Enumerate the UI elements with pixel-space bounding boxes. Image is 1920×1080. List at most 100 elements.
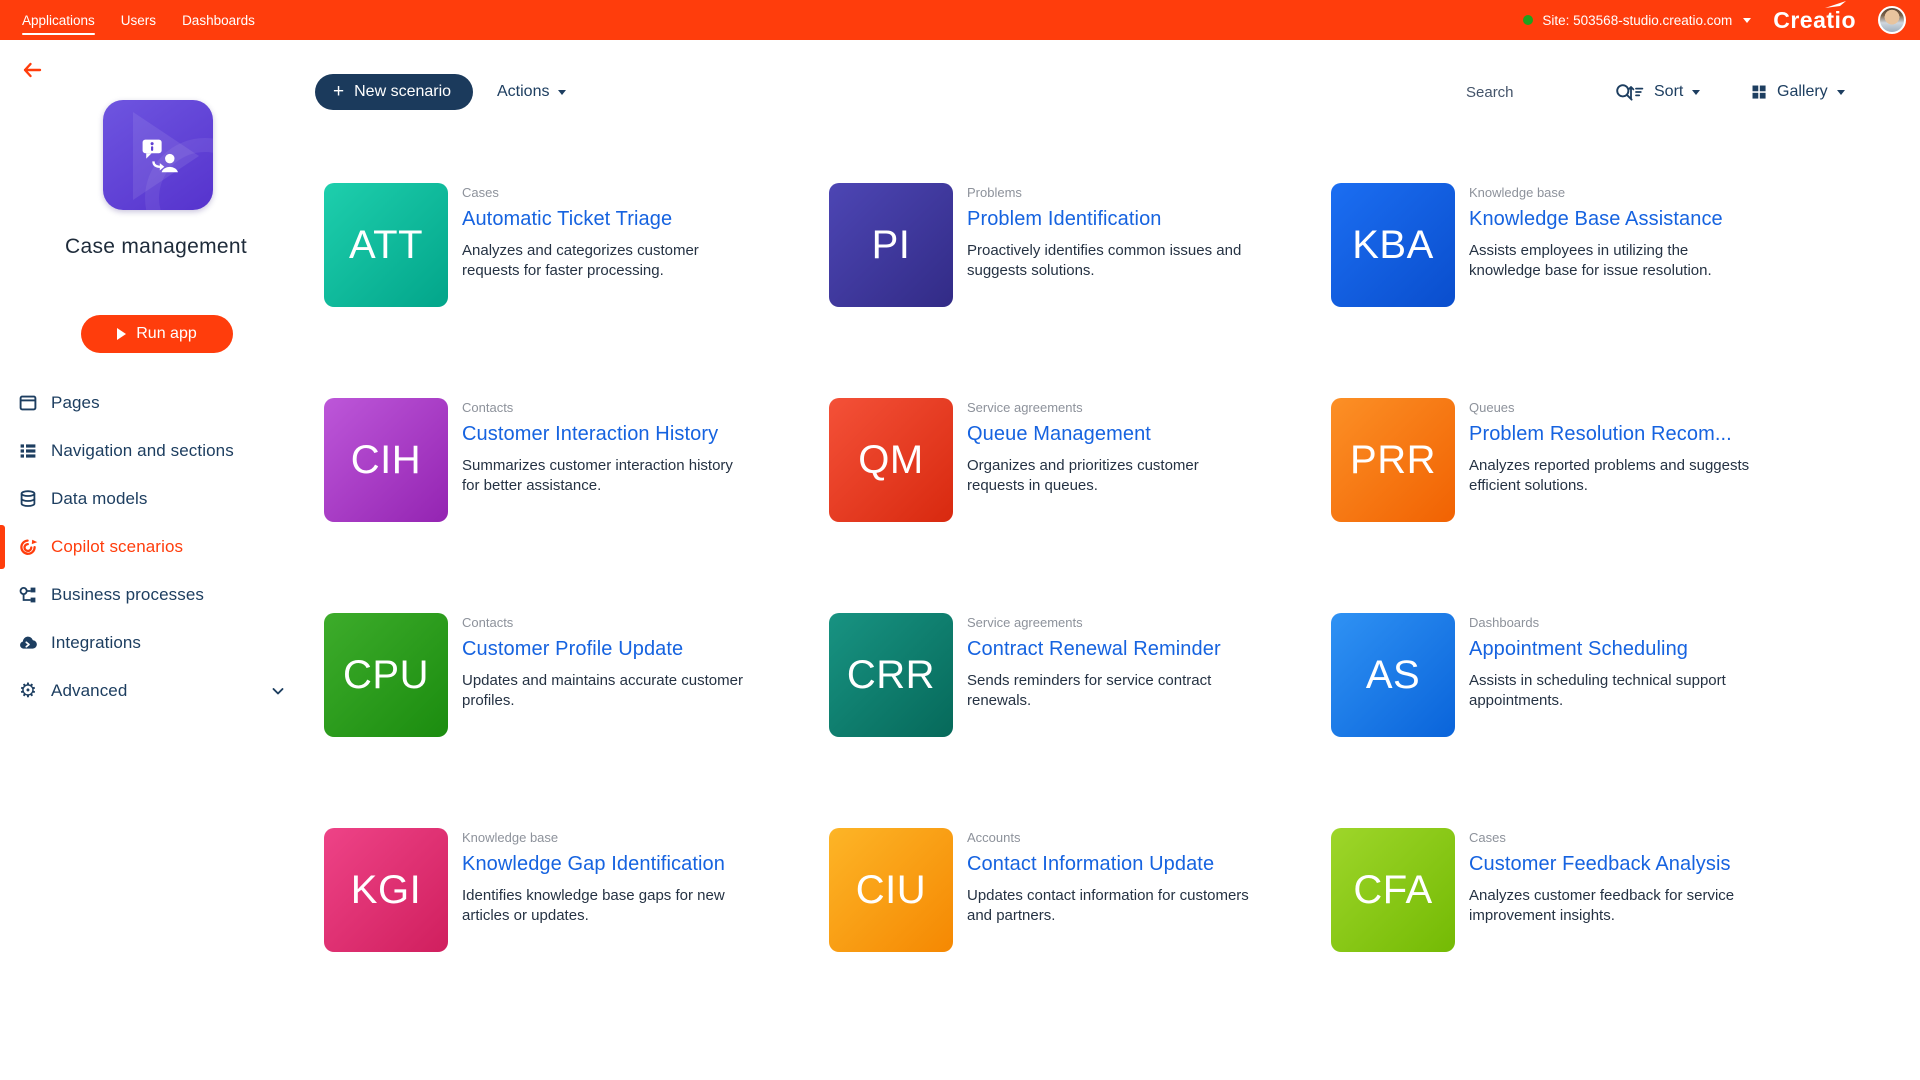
sidebar-item-label: Copilot scenarios: [51, 537, 183, 557]
scenario-tile[interactable]: KGI: [324, 828, 448, 952]
scenario-title-link[interactable]: Customer Feedback Analysis: [1469, 852, 1824, 877]
arrow-left-icon: [20, 58, 44, 82]
scenario-card-problem-identification[interactable]: PI Problems Problem Identification Proac…: [829, 183, 1331, 307]
scenario-tile[interactable]: CPU: [324, 613, 448, 737]
copilot-icon: [18, 537, 38, 557]
avatar[interactable]: [1878, 6, 1906, 34]
scenario-category: Knowledge base: [1469, 185, 1824, 201]
sidebar-item-copilot-scenarios[interactable]: Copilot scenarios: [0, 523, 312, 571]
sidebar-item-data-models[interactable]: Data models: [0, 475, 312, 523]
chevron-down-icon: [1743, 18, 1751, 23]
nav-item-dashboards[interactable]: Dashboards: [182, 0, 255, 40]
creatio-logo: Creatio: [1773, 7, 1856, 34]
site-status-dot: [1523, 15, 1533, 25]
scenario-category: Service agreements: [967, 400, 1322, 416]
scenario-tile[interactable]: CIU: [829, 828, 953, 952]
search-area: [1466, 74, 1634, 110]
scenario-card-appointment-scheduling[interactable]: AS Dashboards Appointment Scheduling Ass…: [1331, 613, 1836, 737]
scenario-toolbar: + New scenario Actions Sort Gallery: [312, 60, 1920, 126]
scenario-title-link[interactable]: Knowledge Base Assistance: [1469, 207, 1824, 232]
sort-dropdown[interactable]: Sort: [1625, 74, 1700, 110]
scenario-description: Organizes and prioritizes customer reque…: [967, 456, 1259, 496]
top-bar: Applications Users Dashboards Site: 5035…: [0, 0, 1920, 40]
scenario-card-customer-profile-update[interactable]: CPU Contacts Customer Profile Update Upd…: [324, 613, 829, 737]
scenario-description: Identifies knowledge base gaps for new a…: [462, 886, 754, 926]
case-management-glyph-icon: [129, 126, 187, 184]
gallery-view-dropdown[interactable]: Gallery: [1750, 74, 1845, 110]
scenario-grid: ATT Cases Automatic Ticket Triage Analyz…: [324, 183, 1836, 952]
scenario-title-link[interactable]: Customer Interaction History: [462, 422, 817, 447]
scenario-card-customer-feedback-analysis[interactable]: CFA Cases Customer Feedback Analysis Ana…: [1331, 828, 1836, 952]
sidebar-item-navigation-and-sections[interactable]: Navigation and sections: [0, 427, 312, 475]
sidebar-item-label: Business processes: [51, 585, 204, 605]
scenario-tile[interactable]: AS: [1331, 613, 1455, 737]
scenario-category: Knowledge base: [462, 830, 817, 846]
actions-dropdown[interactable]: Actions: [497, 74, 566, 110]
sidebar-item-business-processes[interactable]: Business processes: [0, 571, 312, 619]
sidebar-item-label: Navigation and sections: [51, 441, 234, 461]
scenario-category: Accounts: [967, 830, 1322, 846]
sidebar: Case management Run app Pages Navigation…: [0, 40, 312, 1080]
plus-icon: +: [333, 82, 344, 101]
back-button[interactable]: [18, 56, 46, 84]
scenario-card-customer-interaction-history[interactable]: CIH Contacts Customer Interaction Histor…: [324, 398, 829, 522]
nav-item-applications[interactable]: Applications: [22, 0, 95, 40]
play-icon: [117, 328, 126, 340]
scenario-title-link[interactable]: Problem Identification: [967, 207, 1322, 232]
app-icon: [103, 100, 213, 210]
sidebar-item-integrations[interactable]: Integrations: [0, 619, 312, 667]
app-title: Case management: [0, 235, 312, 259]
scenario-card-contact-information-update[interactable]: CIU Accounts Contact Information Update …: [829, 828, 1331, 952]
scenario-tile[interactable]: ATT: [324, 183, 448, 307]
site-selector[interactable]: Site: 503568-studio.creatio.com: [1523, 13, 1751, 28]
sidebar-item-label: Advanced: [51, 681, 127, 701]
scenario-category: Service agreements: [967, 615, 1322, 631]
scenario-description: Sends reminders for service contract ren…: [967, 671, 1259, 711]
scenario-title-link[interactable]: Contact Information Update: [967, 852, 1322, 877]
scenario-tile[interactable]: CIH: [324, 398, 448, 522]
scenario-card-knowledge-base-assistance[interactable]: KBA Knowledge base Knowledge Base Assist…: [1331, 183, 1836, 307]
scenario-category: Queues: [1469, 400, 1824, 416]
nav-item-users[interactable]: Users: [121, 0, 156, 40]
scenario-card-knowledge-gap-identification[interactable]: KGI Knowledge base Knowledge Gap Identif…: [324, 828, 829, 952]
scenario-title-link[interactable]: Problem Resolution Recom...: [1469, 422, 1824, 447]
new-scenario-button[interactable]: + New scenario: [315, 74, 473, 110]
scenario-title-link[interactable]: Queue Management: [967, 422, 1322, 447]
run-app-button[interactable]: Run app: [81, 315, 233, 353]
search-input[interactable]: [1466, 84, 1574, 101]
sidebar-menu: Pages Navigation and sections Data m: [0, 379, 312, 715]
scenario-tile[interactable]: PRR: [1331, 398, 1455, 522]
scenario-description: Updates contact information for customer…: [967, 886, 1259, 926]
scenario-card-queue-management[interactable]: QM Service agreements Queue Management O…: [829, 398, 1331, 522]
chevron-down-icon: [1837, 90, 1845, 95]
scenario-category: Cases: [462, 185, 817, 201]
scenario-title-link[interactable]: Appointment Scheduling: [1469, 637, 1824, 662]
scenario-title-link[interactable]: Automatic Ticket Triage: [462, 207, 817, 232]
scenario-tile[interactable]: CFA: [1331, 828, 1455, 952]
chevron-down-icon[interactable]: [270, 683, 286, 699]
scenario-description: Assists employees in utilizing the knowl…: [1469, 241, 1761, 281]
gear-icon: ⚙: [18, 681, 38, 701]
scenario-description: Proactively identifies common issues and…: [967, 241, 1259, 281]
sidebar-item-advanced[interactable]: ⚙ Advanced: [0, 667, 312, 715]
scenario-description: Assists in scheduling technical support …: [1469, 671, 1761, 711]
scenario-title-link[interactable]: Contract Renewal Reminder: [967, 637, 1322, 662]
scenario-title-link[interactable]: Customer Profile Update: [462, 637, 817, 662]
scenario-category: Dashboards: [1469, 615, 1824, 631]
scenario-tile[interactable]: QM: [829, 398, 953, 522]
scenario-tile[interactable]: CRR: [829, 613, 953, 737]
navigation-icon: [18, 441, 38, 461]
scenario-card-contract-renewal-reminder[interactable]: CRR Service agreements Contract Renewal …: [829, 613, 1331, 737]
scenario-title-link[interactable]: Knowledge Gap Identification: [462, 852, 817, 877]
main-nav: Applications Users Dashboards: [0, 0, 255, 40]
scenario-tile[interactable]: PI: [829, 183, 953, 307]
scenario-category: Problems: [967, 185, 1322, 201]
scenario-card-automatic-ticket-triage[interactable]: ATT Cases Automatic Ticket Triage Analyz…: [324, 183, 829, 307]
scenario-category: Cases: [1469, 830, 1824, 846]
scenario-description: Summarizes customer interaction history …: [462, 456, 754, 496]
scenario-tile[interactable]: KBA: [1331, 183, 1455, 307]
integrations-icon: [18, 633, 38, 653]
sidebar-item-pages[interactable]: Pages: [0, 379, 312, 427]
pages-icon: [18, 393, 38, 413]
scenario-card-problem-resolution-recommendation[interactable]: PRR Queues Problem Resolution Recom... A…: [1331, 398, 1836, 522]
